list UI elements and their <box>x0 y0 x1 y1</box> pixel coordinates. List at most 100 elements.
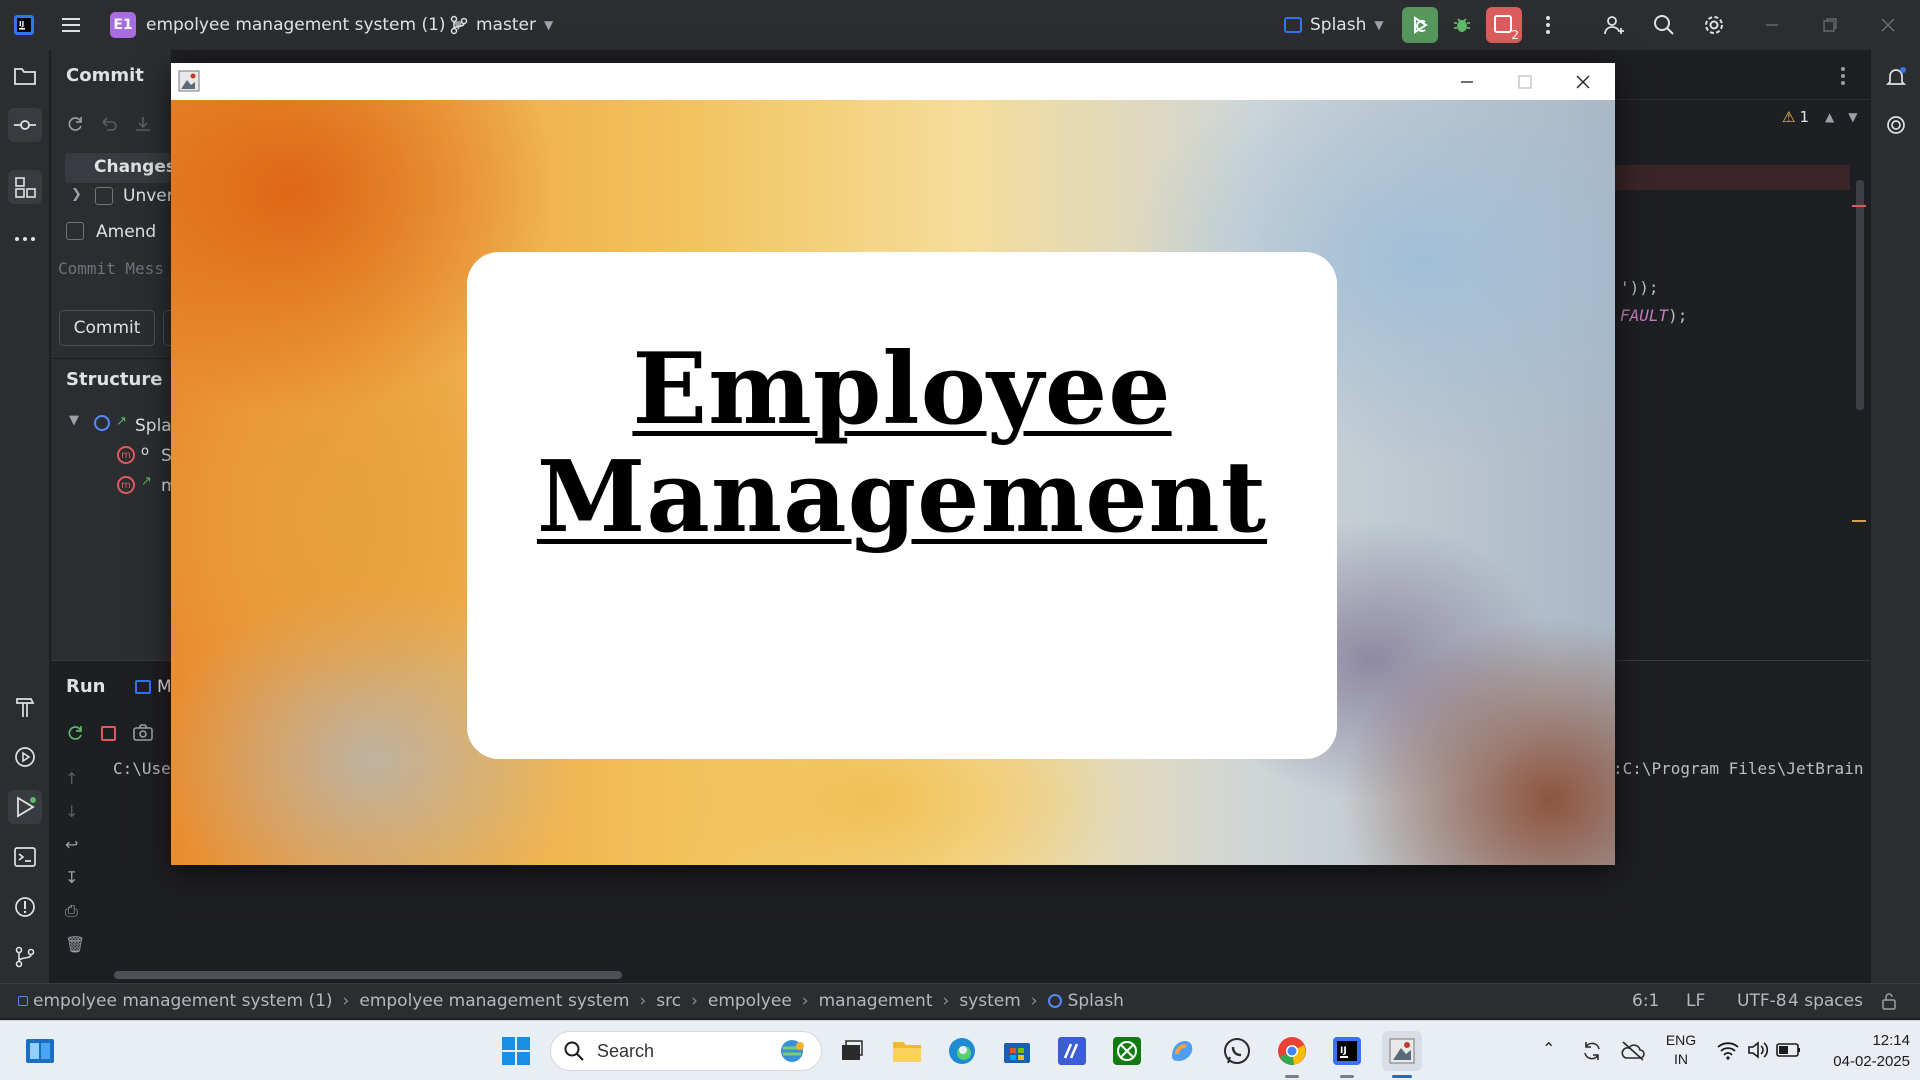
services-icon[interactable] <box>8 740 42 774</box>
window-restore-icon[interactable] <box>1812 7 1848 43</box>
console-output-right[interactable]: :C:\Program Files\JetBrain <box>1613 759 1863 778</box>
intellij-logo-icon[interactable]: IJ <box>12 0 36 50</box>
chevron-up-icon[interactable]: ▲ <box>1825 110 1834 124</box>
branch-selector[interactable]: master ▼ <box>450 0 553 50</box>
build-hammer-icon[interactable] <box>8 690 42 724</box>
branch-name: master <box>476 15 536 35</box>
volume-icon[interactable] <box>1746 1039 1768 1061</box>
whatsapp-icon[interactable] <box>1217 1031 1257 1071</box>
settings-gear-icon[interactable] <box>1696 7 1732 43</box>
ai-assistant-icon[interactable] <box>1879 108 1913 142</box>
arrow-up-icon[interactable]: ↑ <box>65 769 85 788</box>
clock[interactable]: 12:14 04-02-2025 <box>1810 1030 1910 1072</box>
soft-wrap-icon[interactable]: ↩ <box>65 835 85 854</box>
more-options-icon[interactable] <box>1840 66 1846 91</box>
warning-stripe-marker[interactable] <box>1852 520 1866 522</box>
terminal-icon[interactable] <box>8 840 42 874</box>
commit-message-input[interactable]: Commit Mess <box>58 259 164 278</box>
problems-icon[interactable] <box>8 890 42 924</box>
widgets-icon[interactable] <box>20 1031 60 1071</box>
add-user-icon[interactable] <box>1596 7 1632 43</box>
rerun-button[interactable] <box>1402 7 1438 43</box>
debug-button[interactable] <box>1444 7 1480 43</box>
windows-start-icon[interactable] <box>496 1031 536 1071</box>
project-selector[interactable]: E1 empolyee management system (1) ▼ <box>110 0 463 50</box>
unversioned-checkbox[interactable] <box>95 187 113 205</box>
arrow-down-icon[interactable]: ↓ <box>65 802 85 821</box>
taskbar-search-box[interactable]: Search <box>550 1031 822 1071</box>
scroll-to-end-icon[interactable]: ↧ <box>65 868 85 887</box>
indent-setting[interactable]: 4 spaces <box>1788 991 1863 1011</box>
project-folder-icon[interactable] <box>8 59 42 93</box>
editor-scrollbar[interactable] <box>1856 180 1864 410</box>
stop-icon[interactable] <box>101 725 116 741</box>
wifi-icon[interactable] <box>1716 1039 1740 1061</box>
trash-icon[interactable]: 🗑 <box>65 935 85 954</box>
stop-button[interactable]: 2 <box>1486 7 1522 43</box>
commit-button[interactable]: Commit <box>59 310 155 346</box>
notifications-bell-icon[interactable] <box>1879 60 1913 94</box>
copilot-icon[interactable] <box>1162 1031 1202 1071</box>
chevron-right-icon[interactable]: ❯ <box>71 187 82 202</box>
rollback-icon[interactable] <box>99 114 119 134</box>
task-view-icon[interactable] <box>832 1031 872 1071</box>
commit-tool-icon[interactable] <box>8 108 42 142</box>
main-menu-icon[interactable] <box>60 0 82 50</box>
chrome-icon[interactable] <box>1272 1031 1312 1071</box>
structure-root-label[interactable]: Spla <box>135 416 172 436</box>
breadcrumb-item[interactable]: system <box>959 991 1020 1011</box>
amend-checkbox[interactable] <box>66 222 84 240</box>
java-app-taskbar-icon[interactable] <box>1382 1031 1422 1071</box>
caret-position[interactable]: 6:1 <box>1632 991 1659 1011</box>
unlock-icon[interactable] <box>1880 992 1898 1010</box>
maximize-icon[interactable] <box>1517 74 1533 90</box>
more-actions-icon[interactable] <box>1530 7 1566 43</box>
chevron-down-icon[interactable]: ▼ <box>1848 110 1857 124</box>
line-separator[interactable]: LF <box>1686 991 1705 1011</box>
rerun-icon[interactable] <box>65 723 85 743</box>
download-icon[interactable] <box>133 114 153 134</box>
window-minimize-icon[interactable] <box>1754 7 1790 43</box>
file-explorer-icon[interactable] <box>887 1031 927 1071</box>
cloud-offline-icon[interactable] <box>1620 1039 1646 1063</box>
structure-tool-icon[interactable] <box>8 170 42 204</box>
breadcrumb-item[interactable]: management <box>819 991 933 1011</box>
xbox-icon[interactable] <box>1107 1031 1147 1071</box>
inspection-widget[interactable]: ⚠ 1 ▲ ▼ <box>1782 108 1857 126</box>
close-icon[interactable] <box>1575 74 1591 90</box>
search-icon[interactable] <box>1646 7 1682 43</box>
vscode-like-app-icon[interactable] <box>1052 1031 1092 1071</box>
battery-icon[interactable] <box>1776 1041 1802 1059</box>
window-close-icon[interactable] <box>1870 7 1906 43</box>
language-indicator[interactable]: ENG IN <box>1660 1031 1702 1069</box>
minimize-icon[interactable] <box>1459 74 1475 90</box>
print-icon[interactable]: ⎙ <box>65 901 85 921</box>
git-icon[interactable] <box>8 940 42 974</box>
chevron-down-icon[interactable]: ▼ <box>69 413 79 428</box>
breadcrumb-item[interactable]: empolyee management system (1) <box>33 991 333 1011</box>
file-encoding[interactable]: UTF-8 <box>1737 991 1787 1011</box>
more-tools-icon[interactable] <box>8 222 42 256</box>
sync-icon[interactable] <box>1580 1039 1604 1063</box>
breadcrumb-item[interactable]: empolyee management system <box>359 991 629 1011</box>
error-stripe-marker[interactable] <box>1852 205 1866 207</box>
splash-window-title-bar[interactable] <box>171 63 1615 100</box>
run-tool-icon[interactable] <box>8 790 42 824</box>
breadcrumb-item[interactable]: empolyee <box>708 991 792 1011</box>
chevron-up-icon[interactable]: ⌃ <box>1542 1039 1555 1058</box>
microsoft-store-icon[interactable] <box>997 1031 1037 1071</box>
edge-browser-icon[interactable] <box>942 1031 982 1071</box>
run-tab[interactable]: M <box>135 677 172 697</box>
run-toolbar <box>65 723 154 743</box>
camera-icon[interactable] <box>132 723 154 743</box>
breadcrumb-item[interactable]: src <box>656 991 681 1011</box>
refresh-icon[interactable] <box>65 114 85 134</box>
console-horizontal-scrollbar[interactable] <box>114 971 622 979</box>
status-bar: empolyee management system (1) › empolye… <box>0 983 1920 1018</box>
breadcrumb-item[interactable]: Splash <box>1068 991 1124 1011</box>
search-placeholder: Search <box>597 1040 655 1061</box>
splash-window[interactable]: Employee Management <box>171 63 1615 865</box>
run-config-selector[interactable]: Splash ▼ <box>1284 0 1384 50</box>
intellij-taskbar-icon[interactable]: IJ <box>1327 1031 1367 1071</box>
console-output-left[interactable]: C:\Use <box>113 759 171 778</box>
